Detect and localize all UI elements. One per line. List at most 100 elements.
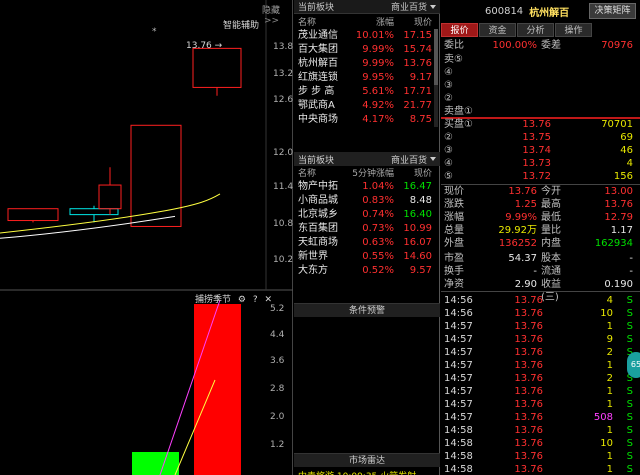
tick-row[interactable]: 14:58 13.76 10 S — [441, 437, 640, 450]
tick-row[interactable]: 14:57 13.76 2 S — [441, 346, 640, 359]
price-value: 8.48 — [409, 195, 432, 206]
tab-analysis[interactable]: 分析 — [517, 23, 554, 37]
tick-row[interactable]: 14:5713.761S — [441, 320, 640, 333]
price-tick-label: 10.8 — [273, 219, 294, 229]
price-value: 16.07 — [403, 237, 432, 248]
tick-row[interactable]: 14:57 13.76 9 S — [441, 333, 640, 346]
sub-panel-header: 捕捞季节 ⚙ ? ✕ — [195, 292, 272, 305]
candle-body[interactable] — [98, 184, 122, 210]
col-change[interactable]: 涨幅 — [346, 15, 394, 29]
tick-time: 14:58 — [444, 464, 473, 475]
change-value: 10.01% — [355, 30, 394, 41]
indicator-bar — [132, 452, 179, 475]
decision-matrix-button[interactable]: 决策矩阵 — [589, 3, 636, 19]
stat-label: 现价 — [444, 186, 464, 197]
tick-volume: 10 — [600, 438, 613, 449]
hide-panel-tab[interactable]: 隐藏>> — [262, 3, 292, 26]
arrow-right-icon: → — [214, 41, 223, 51]
col-name[interactable]: 名称 — [294, 166, 346, 180]
sell-level-row[interactable]: ② — [441, 92, 640, 105]
help-icon[interactable]: ? — [253, 295, 258, 305]
price-value: 21.77 — [403, 100, 432, 111]
col-5min-change[interactable]: 5分钟涨幅 — [346, 166, 394, 180]
col-price[interactable]: 现价 — [394, 15, 432, 29]
sector-row[interactable]: 茂业通信 10.01% 17.15 — [294, 29, 440, 43]
stock-name: 天虹商场 — [298, 237, 338, 248]
tick-row[interactable]: 14:56 13.76 4 S — [441, 294, 640, 307]
price-value: 16.47 — [403, 181, 432, 192]
sector-row[interactable]: 中央商场 4.17% 8.75 — [294, 113, 440, 127]
col-price[interactable]: 现价 — [394, 166, 432, 180]
tick-row[interactable]: 14:5713.761S — [441, 385, 640, 398]
change-value: 0.63% — [362, 237, 394, 248]
sell-level-row[interactable]: 卖⑤ — [441, 53, 640, 66]
stat-value: 2.90 — [514, 279, 537, 290]
tick-row[interactable]: 14:58 13.76 1 S — [441, 424, 640, 437]
stat-label: 换手 — [444, 266, 464, 277]
tab-funds[interactable]: 资金 — [479, 23, 516, 37]
buy-level-row[interactable]: ⑤ 13.72 156 — [441, 170, 640, 183]
price-tick-label: 13.8 — [273, 42, 294, 52]
tab-operation[interactable]: 操作 — [555, 23, 592, 37]
stat-label: 量比 — [541, 225, 561, 236]
quote-stat-row: 现价 13.76 今开 13.00 — [441, 185, 640, 198]
sector-row[interactable]: 大东方 0.52% 9.57 — [294, 264, 440, 278]
tick-row[interactable]: 14:58 13.76 1 S — [441, 463, 640, 475]
stat-label: 收益(三) — [541, 279, 561, 303]
change-value: 4.17% — [362, 114, 394, 125]
sector-row[interactable]: 红旗连锁 9.95% 9.17 — [294, 71, 440, 85]
tick-side: S — [626, 386, 633, 397]
tick-price: 13.76 — [514, 360, 543, 371]
stat-value: 13.76 — [604, 199, 633, 210]
sector-row[interactable]: 杭州解百 9.99% 13.76 — [294, 57, 440, 71]
side-float-badge[interactable]: 65 — [627, 352, 640, 378]
sector-row[interactable]: 北京城乡 0.74% 16.40 — [294, 208, 440, 222]
buy-level-row[interactable]: 买盘① 13.76 70701 — [441, 118, 640, 131]
tick-volume: 1 — [606, 464, 613, 475]
sector-row[interactable]: 步 步 高 5.61% 17.71 — [294, 85, 440, 99]
tick-row[interactable]: 14:57 13.76 2 S — [441, 372, 640, 385]
market-radar-header[interactable]: 市场雷达 — [294, 453, 440, 467]
candle-body[interactable] — [130, 124, 182, 227]
buy-level-row[interactable]: ④ 13.73 4 — [441, 157, 640, 170]
kline-chart[interactable] — [0, 0, 293, 475]
tick-time: 14:57 — [444, 334, 473, 345]
candle-body[interactable] — [7, 208, 59, 222]
sector-row[interactable]: 百大集团 9.99% 15.74 — [294, 43, 440, 57]
condition-alert-header[interactable]: 条件预警 — [294, 303, 440, 317]
tick-row[interactable]: 14:5713.761S — [441, 398, 640, 411]
buy-price: 13.73 — [522, 158, 551, 169]
buy-level-row[interactable]: ③ 13.74 46 — [441, 144, 640, 157]
stock-name: 茂业通信 — [298, 30, 338, 41]
candle-body[interactable] — [192, 47, 242, 88]
sector-row[interactable]: 物产中拓 1.04% 16.47 — [294, 180, 440, 194]
scrollbar-thumb[interactable] — [434, 29, 438, 85]
buy-level-label: 买盘① — [444, 119, 473, 130]
sector-row[interactable]: 小商品城 0.83% 8.48 — [294, 194, 440, 208]
tick-row[interactable]: 14:58 13.76 1 S — [441, 450, 640, 463]
candle-body[interactable] — [69, 208, 119, 216]
stock-name: 新世界 — [298, 251, 328, 262]
sector-row[interactable]: 天虹商场 0.63% 16.07 — [294, 236, 440, 250]
gear-icon[interactable]: ⚙ — [238, 295, 246, 305]
tab-quote[interactable]: 报价 — [441, 23, 478, 37]
stat-label: 外盘 — [444, 238, 464, 249]
col-name[interactable]: 名称 — [294, 15, 346, 29]
sell-level-row[interactable]: ③ — [441, 79, 640, 92]
sell-level-row[interactable]: ④ — [441, 66, 640, 79]
smart-assist-label[interactable]: 智能辅助 — [223, 18, 259, 31]
radar-entry[interactable]: 中青旅游 10:09:35 火箭发射 — [294, 469, 440, 475]
stat-label: 股本 — [541, 253, 561, 264]
tick-row[interactable]: 14:5713.761S — [441, 359, 640, 372]
sector-row[interactable]: 东百集团 0.73% 10.99 — [294, 222, 440, 236]
tick-row[interactable]: 14:56 13.76 10 S — [441, 307, 640, 320]
double-chevron-right-icon: >> — [264, 16, 280, 26]
sector-row[interactable]: 新世界 0.55% 14.60 — [294, 250, 440, 264]
kline-chart-panel[interactable]: 隐藏>> 智能辅助 * 13.76 → 13.8 13.2 12.6 12.0 11.4… — [0, 0, 293, 475]
sector-select[interactable]: 商业百货 — [391, 0, 436, 13]
buy-level-row[interactable]: ② 13.75 69 — [441, 131, 640, 144]
tick-row[interactable]: 14:57 13.76 508 S — [441, 411, 640, 424]
sector-select[interactable]: 商业百货 — [391, 153, 436, 166]
bid-ratio-value: 100.00% — [492, 40, 538, 51]
sector-row[interactable]: 鄂武商A 4.92% 21.77 — [294, 99, 440, 113]
